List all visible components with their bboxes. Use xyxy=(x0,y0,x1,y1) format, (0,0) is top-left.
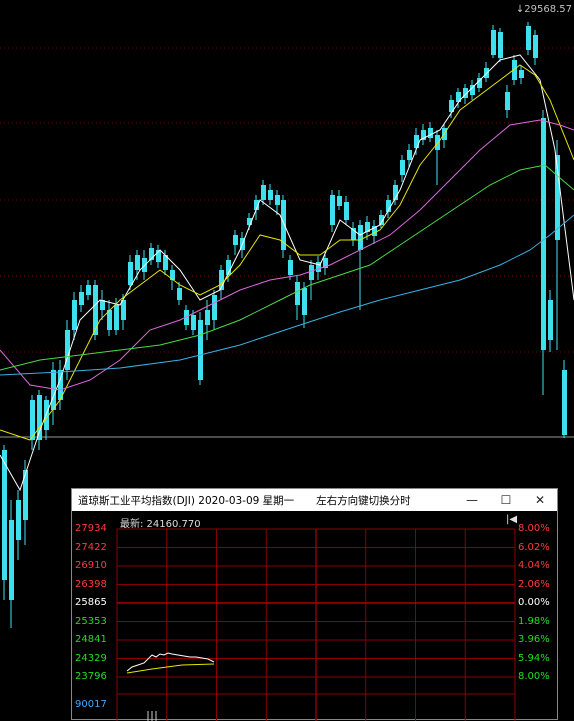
moving-average-line xyxy=(0,54,574,492)
popup-titlebar[interactable]: 道琼斯工业平均指数(DJI) 2020-03-09 星期一 左右方向键切换分时 … xyxy=(72,489,557,511)
candle-body xyxy=(470,85,475,95)
price-level-label: 26398 xyxy=(75,578,107,590)
candle-body xyxy=(16,500,21,540)
candle-body xyxy=(268,190,273,200)
price-level-label: 25353 xyxy=(75,615,107,627)
candle-body xyxy=(114,305,119,330)
percent-level-label: 2.06% xyxy=(518,578,550,590)
candle-body xyxy=(428,128,433,138)
intraday-popup-window[interactable]: 道琼斯工业平均指数(DJI) 2020-03-09 星期一 左右方向键切换分时 … xyxy=(71,488,558,721)
back-arrow-icon[interactable]: |◀ xyxy=(506,514,517,525)
candle-body xyxy=(128,262,133,285)
price-level-label: 25865 xyxy=(75,597,107,608)
price-level-label: 27422 xyxy=(75,541,107,553)
percent-level-label: 6.02% xyxy=(518,541,550,553)
candle-body xyxy=(37,395,42,440)
candle-body xyxy=(309,265,314,280)
candle-body xyxy=(498,32,503,58)
moving-average-line xyxy=(0,64,574,441)
candle-body xyxy=(407,150,412,160)
percent-level-label: 1.98% xyxy=(518,615,550,627)
close-icon[interactable]: ✕ xyxy=(523,489,557,511)
price-level-label: 27934 xyxy=(75,523,107,534)
candle-body xyxy=(79,292,84,305)
candle-body xyxy=(93,285,98,335)
candle-body xyxy=(330,195,335,225)
candle-body xyxy=(533,35,538,58)
candle-body xyxy=(358,225,363,250)
candle-body xyxy=(562,370,567,435)
candle-body xyxy=(72,300,77,330)
popup-title: 道琼斯工业平均指数(DJI) 2020-03-09 星期一 xyxy=(78,494,295,507)
percent-level-label: 8.00% xyxy=(518,671,550,682)
percent-level-label: 5.94% xyxy=(518,652,550,664)
maximize-icon[interactable]: ☐ xyxy=(489,489,523,511)
candle-body xyxy=(491,30,496,55)
volume-label: 90017 xyxy=(75,699,107,710)
candle-body xyxy=(135,255,140,270)
candle-body xyxy=(191,315,196,330)
candle-body xyxy=(177,288,182,300)
moving-average-line xyxy=(0,119,574,391)
candle-body xyxy=(86,285,91,295)
candle-body xyxy=(400,160,405,175)
percent-level-label: 4.04% xyxy=(518,560,550,571)
candle-body xyxy=(477,78,482,88)
candle-body xyxy=(205,310,210,325)
candle-body xyxy=(198,320,203,380)
price-level-label: 26910 xyxy=(75,560,107,571)
minimize-icon[interactable]: — xyxy=(455,489,489,511)
candle-body xyxy=(121,300,126,320)
candle-body xyxy=(295,282,300,305)
intraday-price-line xyxy=(126,652,215,672)
candle-body xyxy=(526,26,531,50)
candle-body xyxy=(519,70,524,78)
candle-body xyxy=(275,195,280,205)
popup-hint: 左右方向键切换分时 xyxy=(316,494,411,507)
intraday-average-line xyxy=(126,663,215,674)
candle-body xyxy=(107,310,112,330)
percent-level-label: 3.96% xyxy=(518,634,550,645)
high-price-label: ↓29568.57 xyxy=(515,4,572,15)
candle-body xyxy=(288,260,293,275)
percent-level-label: 8.00% xyxy=(518,523,550,534)
price-level-label: 24329 xyxy=(75,652,107,664)
candle-body xyxy=(414,135,419,148)
candle-body xyxy=(51,370,56,410)
candle-body xyxy=(548,300,553,340)
candle-body xyxy=(505,92,510,110)
price-level-label: 24841 xyxy=(75,634,107,645)
candle-body xyxy=(337,196,342,206)
price-level-label: 23796 xyxy=(75,671,107,682)
moving-average-line xyxy=(0,164,574,371)
candle-body xyxy=(344,202,349,220)
candle-body xyxy=(9,520,14,600)
percent-level-label: 0.00% xyxy=(518,597,550,608)
candle-body xyxy=(302,288,307,315)
candle-body xyxy=(541,118,546,350)
candle-body xyxy=(261,185,266,200)
latest-price: 最新: 24160.770 xyxy=(120,519,201,530)
candle-body xyxy=(2,450,7,580)
candle-body xyxy=(212,295,217,320)
candle-body xyxy=(233,235,238,245)
